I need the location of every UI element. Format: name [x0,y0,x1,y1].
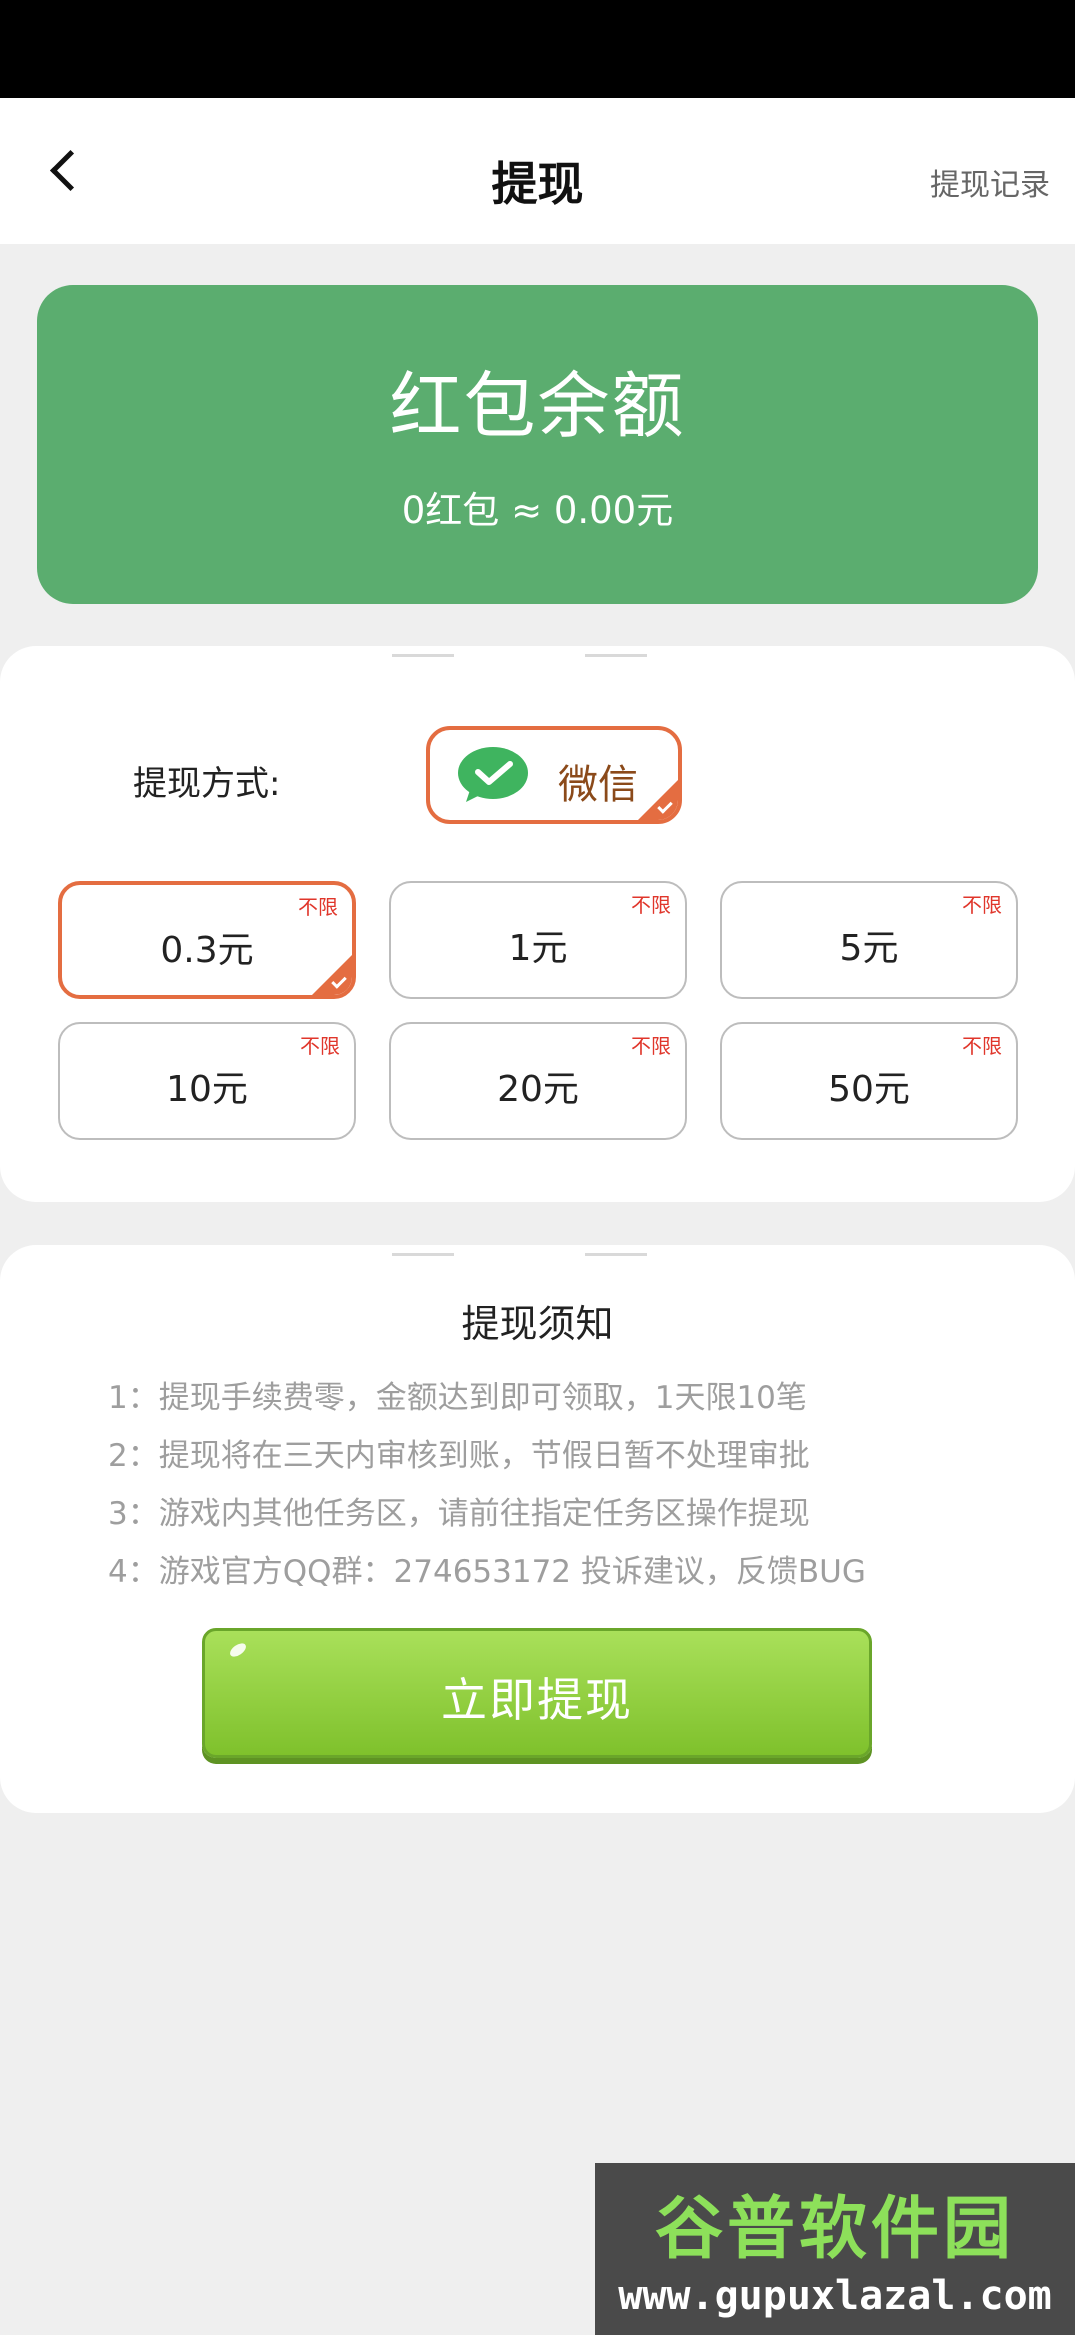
selected-corner [312,955,352,995]
amount-option-20[interactable]: 不限 20元 [389,1022,687,1140]
amount-option-0-3[interactable]: 不限 0.3元 [58,881,356,999]
watermark-title: 谷普软件园 [654,2190,1015,2269]
notice-list: 1：提现手续费零，金额达到即可领取，1天限10笔 2：提现将在三天内审核到账，节… [108,1369,866,1601]
limit-tag: 不限 [298,895,338,919]
amount-option-50[interactable]: 不限 50元 [720,1022,1018,1140]
amount-value: 0.3元 [160,930,254,971]
amount-value: 50元 [828,1069,910,1110]
limit-tag: 不限 [631,1034,671,1058]
balance-card: 红包余额 0红包 ≈ 0.00元 [37,285,1038,604]
limit-tag: 不限 [962,1034,1002,1058]
site-watermark: 谷普软件园 www.gupuxlazal.com [595,2163,1075,2335]
amount-value: 20元 [497,1069,579,1110]
notice-item: 3：游戏内其他任务区，请前往指定任务区操作提现 [108,1496,810,1532]
limit-tag: 不限 [962,893,1002,917]
notice-item: 2：提现将在三天内审核到账，节假日暂不处理审批 [108,1438,810,1474]
withdraw-notice-panel: 提现须知 1：提现手续费零，金额达到即可领取，1天限10笔 2：提现将在三天内审… [0,1245,1075,1813]
withdraw-method-label: 提现方式: [133,764,281,804]
balance-amount: 0红包 ≈ 0.00元 [401,489,674,532]
withdraw-options-panel: 提现方式: 微信 不限 0.3元 不限 1元 不限 5元 不限 10元 不限 2… [0,646,1075,1202]
notice-title: 提现须知 [461,1302,614,1346]
amount-value: 10元 [166,1069,248,1110]
divider [392,1253,454,1256]
divider [585,1253,647,1256]
balance-label: 红包余额 [389,364,686,448]
notice-item: 1：提现手续费零，金额达到即可领取，1天限10笔 [108,1380,807,1416]
withdraw-now-label: 立即提现 [441,1673,633,1727]
status-bar [0,0,1075,98]
watermark-url: www.gupuxlazal.com [618,2273,1052,2319]
amount-value: 1元 [508,928,568,969]
nav-bar: 提现 提现记录 [0,98,1075,244]
notice-item: 4：游戏官方QQ群：274653172 投诉建议，反馈BUG [108,1554,866,1590]
amount-value: 5元 [839,928,899,969]
page-title: 提现 [491,157,584,211]
amount-option-10[interactable]: 不限 10元 [58,1022,356,1140]
limit-tag: 不限 [300,1034,340,1058]
withdraw-now-button[interactable]: 立即提现 [202,1628,872,1758]
amount-option-5[interactable]: 不限 5元 [720,881,1018,999]
divider [392,654,454,657]
limit-tag: 不限 [631,893,671,917]
wechat-icon [458,747,528,802]
selected-corner [638,780,678,820]
wechat-method-button[interactable]: 微信 [426,726,682,824]
button-shine [227,1640,249,1660]
withdraw-record-link[interactable]: 提现记录 [930,160,1050,204]
amount-option-1[interactable]: 不限 1元 [389,881,687,999]
divider [585,654,647,657]
wechat-label: 微信 [558,762,638,808]
